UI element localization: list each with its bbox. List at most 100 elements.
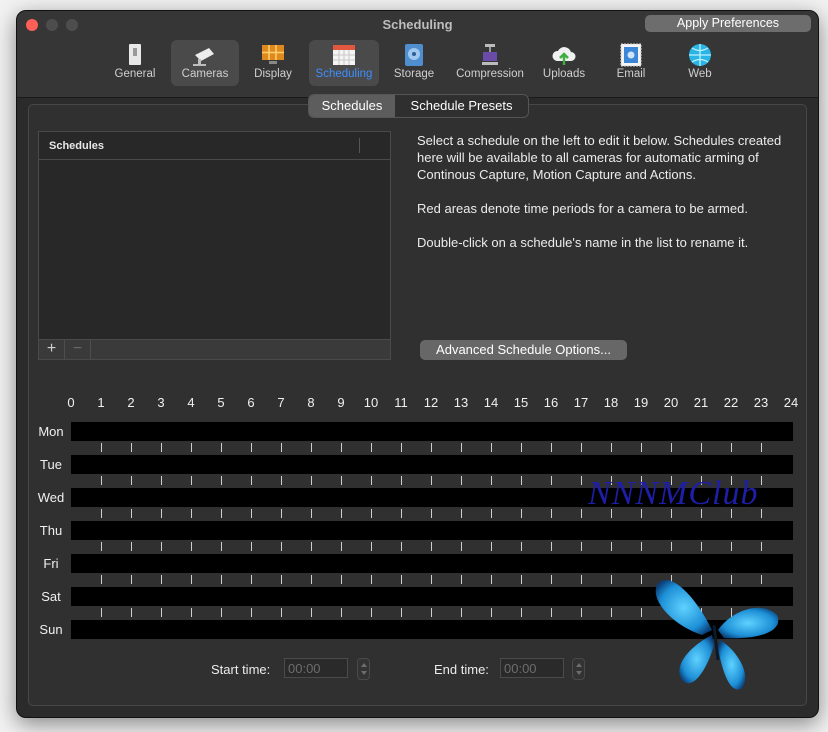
end-time-stepper[interactable] xyxy=(572,658,585,680)
hour-tick xyxy=(671,542,672,551)
hour-label: 9 xyxy=(337,395,345,410)
tab-compression-label: Compression xyxy=(456,68,524,80)
hour-tick xyxy=(461,476,462,485)
hour-tick xyxy=(761,476,762,485)
day-schedule-bar[interactable] xyxy=(71,455,793,474)
day-label: Tue xyxy=(40,457,62,472)
hour-label: 23 xyxy=(753,395,769,410)
hour-tick xyxy=(581,608,582,617)
hour-tick xyxy=(461,443,462,452)
start-time-stepper[interactable] xyxy=(357,658,370,680)
hour-label: 18 xyxy=(603,395,619,410)
tab-web[interactable]: Web xyxy=(673,40,727,86)
hour-tick xyxy=(491,608,492,617)
hour-tick xyxy=(191,443,192,452)
hour-tick xyxy=(161,542,162,551)
day-schedule-bar[interactable] xyxy=(71,521,793,540)
remove-schedule-button[interactable]: − xyxy=(65,340,91,359)
hour-tick xyxy=(431,575,432,584)
hour-tick xyxy=(671,443,672,452)
hour-tick xyxy=(551,542,552,551)
hour-tick xyxy=(401,476,402,485)
hour-tick xyxy=(401,575,402,584)
hour-tick xyxy=(191,509,192,518)
hour-label: 16 xyxy=(543,395,559,410)
hour-tick xyxy=(611,443,612,452)
hour-tick xyxy=(101,575,102,584)
disk-icon xyxy=(405,44,423,66)
hour-tick xyxy=(101,608,102,617)
hour-tick xyxy=(581,509,582,518)
hour-tick xyxy=(191,476,192,485)
hour-label: 0 xyxy=(67,395,75,410)
hour-tick xyxy=(701,443,702,452)
hour-tick xyxy=(221,476,222,485)
start-time-field[interactable]: 00:00 xyxy=(284,658,348,678)
hour-tick xyxy=(131,608,132,617)
tab-cameras-label: Cameras xyxy=(181,68,229,80)
segmented-control: Schedules Schedule Presets xyxy=(308,94,529,118)
title-bar: Scheduling Apply Preferences General Cam… xyxy=(17,11,818,98)
day-schedule-bar[interactable] xyxy=(71,422,793,441)
hour-tick xyxy=(401,509,402,518)
table-footer: + − xyxy=(39,339,390,359)
calendar-icon xyxy=(333,45,355,65)
day-label: Wed xyxy=(37,490,65,505)
hour-tick xyxy=(311,542,312,551)
tab-compression[interactable]: Compression xyxy=(451,40,529,86)
apply-preferences-button[interactable]: Apply Preferences xyxy=(645,15,811,32)
hour-tick xyxy=(491,509,492,518)
hour-label: 24 xyxy=(783,395,799,410)
hour-tick xyxy=(371,608,372,617)
hour-tick xyxy=(431,476,432,485)
hour-tick xyxy=(611,608,612,617)
schedules-table-header[interactable]: Schedules xyxy=(39,132,390,160)
end-time-label: End time: xyxy=(434,662,489,677)
hour-label: 19 xyxy=(633,395,649,410)
tab-cameras[interactable]: Cameras xyxy=(171,40,239,86)
tab-scheduling[interactable]: Scheduling xyxy=(309,40,379,86)
tab-storage-label: Storage xyxy=(393,68,435,80)
hour-tick xyxy=(161,509,162,518)
hour-tick xyxy=(131,443,132,452)
end-time-field[interactable]: 00:00 xyxy=(500,658,564,678)
hour-tick xyxy=(521,608,522,617)
globe-icon xyxy=(689,44,711,66)
hour-label: 13 xyxy=(453,395,469,410)
hour-tick xyxy=(251,476,252,485)
hour-tick xyxy=(251,509,252,518)
hour-label: 21 xyxy=(693,395,709,410)
tab-email[interactable]: Email xyxy=(605,40,657,86)
hour-tick xyxy=(521,542,522,551)
tab-general[interactable]: General xyxy=(104,40,166,86)
tab-uploads[interactable]: Uploads xyxy=(535,40,593,86)
hour-tick xyxy=(521,476,522,485)
hour-label: 6 xyxy=(247,395,255,410)
day-label: Sun xyxy=(39,622,63,637)
butterfly-image xyxy=(655,580,779,690)
hour-tick xyxy=(311,608,312,617)
hour-tick xyxy=(281,608,282,617)
hour-tick xyxy=(101,443,102,452)
tab-display[interactable]: Display xyxy=(243,40,303,86)
column-divider xyxy=(359,138,360,153)
start-time-label: Start time: xyxy=(211,662,271,677)
add-schedule-button[interactable]: + xyxy=(39,340,65,359)
tab-scheduling-label: Scheduling xyxy=(315,68,373,80)
hour-label: 17 xyxy=(573,395,589,410)
hour-label: 1 xyxy=(97,395,105,410)
tab-schedule-presets[interactable]: Schedule Presets xyxy=(395,95,528,117)
hour-tick xyxy=(431,443,432,452)
hour-label: 2 xyxy=(127,395,135,410)
hour-tick xyxy=(161,476,162,485)
hour-tick xyxy=(611,542,612,551)
schedules-column-header[interactable]: Schedules xyxy=(49,140,104,152)
hour-tick xyxy=(491,476,492,485)
advanced-schedule-options-button[interactable]: Advanced Schedule Options... xyxy=(420,340,627,360)
tab-storage[interactable]: Storage xyxy=(383,40,445,86)
hour-tick xyxy=(281,542,282,551)
hour-tick xyxy=(371,476,372,485)
tab-schedules[interactable]: Schedules xyxy=(309,95,395,117)
hour-tick xyxy=(731,443,732,452)
hour-tick xyxy=(551,608,552,617)
